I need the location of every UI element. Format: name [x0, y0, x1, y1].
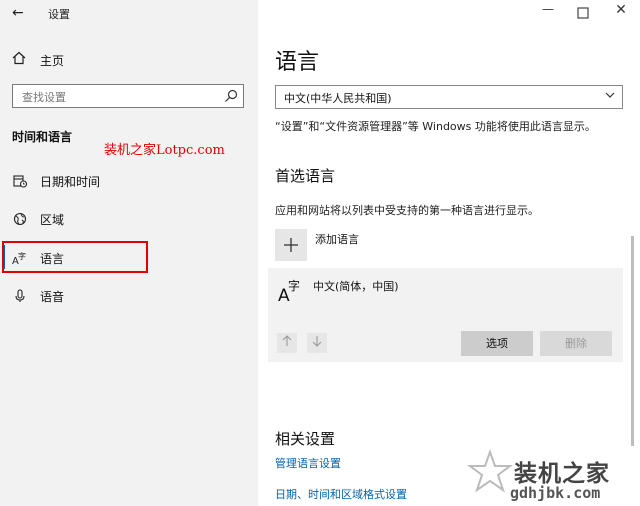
language-icon: A字	[278, 276, 304, 306]
sidebar-item-speech[interactable]: 语音	[12, 286, 64, 306]
move-down-button[interactable]	[307, 333, 327, 353]
watermark-text: 装机之家	[514, 461, 610, 487]
svg-text:字: 字	[288, 278, 300, 293]
manage-language-settings-link[interactable]: 管理语言设置	[275, 455, 341, 471]
date-time-region-formatting-link[interactable]: 日期、时间和区域格式设置	[275, 486, 407, 502]
language-name: 中文(简体，中国)	[313, 280, 399, 293]
sidebar-item-label: 语音	[40, 289, 65, 304]
add-language-button[interactable]	[275, 229, 307, 261]
globe-icon	[12, 211, 28, 227]
search-placeholder: 查找设置	[22, 91, 66, 104]
sidebar-item-date-time[interactable]: 日期和时间	[12, 171, 100, 191]
back-arrow-icon[interactable]: ←	[12, 4, 28, 22]
star-icon	[467, 449, 513, 493]
maximize-icon[interactable]	[577, 4, 591, 19]
plus-icon	[284, 238, 298, 252]
sidebar-item-home[interactable]: 主页	[12, 50, 64, 70]
close-icon[interactable]: ✕	[612, 2, 630, 22]
scrollbar-thumb[interactable]	[631, 236, 634, 446]
calendar-clock-icon	[12, 173, 28, 189]
options-button[interactable]: 选项	[461, 331, 533, 356]
microphone-icon	[12, 288, 28, 304]
arrow-down-icon	[312, 336, 322, 347]
watermark-url: gdhjbk.com	[510, 484, 601, 502]
minimize-icon[interactable]: —	[539, 2, 557, 22]
chevron-down-icon	[604, 89, 616, 104]
home-icon	[12, 51, 28, 69]
display-language-value: 中文(中华人民共和国)	[284, 92, 392, 105]
arrow-up-icon	[282, 335, 292, 346]
sidebar-item-label: 日期和时间	[40, 174, 101, 189]
remove-button[interactable]: 删除	[540, 331, 612, 356]
highlight-box	[2, 241, 148, 273]
sidebar-item-label: 区域	[40, 212, 65, 227]
watermark-text: 装机之家Lotpc.com	[104, 143, 225, 158]
page-title: 语言	[275, 50, 320, 75]
sidebar-item-region[interactable]: 区域	[12, 209, 64, 229]
move-up-button[interactable]	[277, 333, 297, 353]
sidebar-item-label: 主页	[40, 53, 65, 68]
preferred-languages-title: 首选语言	[275, 167, 336, 185]
search-icon[interactable]	[223, 88, 239, 104]
display-language-select[interactable]: 中文(中华人民共和国)	[275, 85, 623, 109]
add-language-label[interactable]: 添加语言	[315, 231, 359, 247]
section-title: 时间和语言	[12, 130, 73, 144]
app-title: 设置	[48, 8, 70, 21]
watermark-logo: 装机之家 gdhjbk.com	[466, 448, 640, 506]
related-settings-title: 相关设置	[275, 430, 336, 448]
display-language-description: “设置”和“文件资源管理器”等 Windows 功能将使用此语言显示。	[275, 120, 596, 133]
preferred-languages-description: 应用和网站将以列表中受支持的第一种语言进行显示。	[275, 204, 539, 217]
search-input[interactable]: 查找设置	[12, 84, 244, 108]
